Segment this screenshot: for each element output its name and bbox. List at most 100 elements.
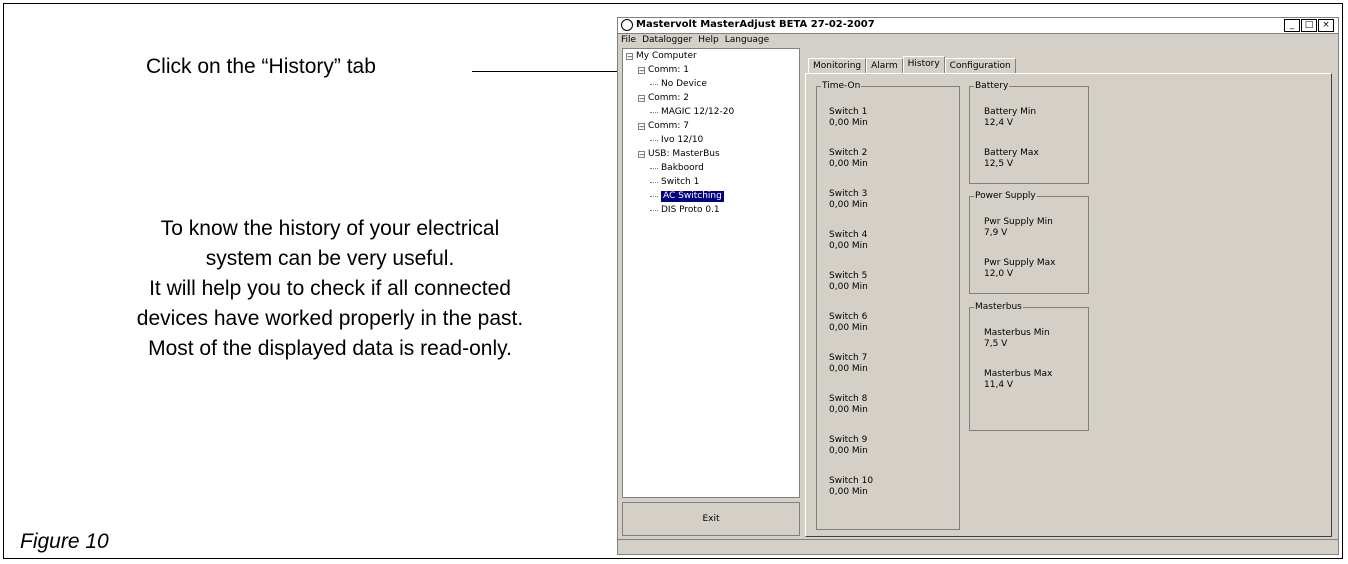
power-supply-group: Power Supply Pwr Supply Min 7,9 V Pwr Su… (969, 191, 1089, 294)
group-title: Power Supply (974, 191, 1037, 202)
instruction-text: Click on the “History” tab (146, 55, 376, 78)
battery-max-label: Battery Max (984, 148, 1039, 158)
switch-5-value: 0,00 Min (829, 282, 868, 292)
collapse-icon[interactable]: − (638, 151, 645, 159)
tree-item-label: Bakboord (661, 163, 704, 173)
tab-alarm[interactable]: Alarm (866, 58, 903, 73)
tree-item-comm-1[interactable]: − Comm: 1 (638, 65, 689, 76)
description-line: system can be very useful. (205, 247, 455, 270)
collapse-icon[interactable]: − (638, 123, 645, 131)
description-text: To know the history of your electrical s… (50, 214, 610, 364)
switch-6-value: 0,00 Min (829, 323, 868, 333)
battery-max-value: 12,5 V (984, 159, 1014, 169)
switch-10-value: 0,00 Min (829, 487, 868, 497)
pwr-supply-min-label: Pwr Supply Min (984, 217, 1053, 227)
tree-item-label: DIS Proto 0.1 (661, 205, 720, 215)
collapse-icon[interactable]: − (638, 95, 645, 103)
switch-2-label: Switch 2 (829, 148, 868, 158)
history-panel: Time-On Switch 1 0,00 Min Switch 2 0,00 … (805, 73, 1332, 537)
pwr-supply-max-label: Pwr Supply Max (984, 258, 1056, 268)
battery-min-label: Battery Min (984, 107, 1037, 117)
tree-item-comm-2[interactable]: − Comm: 2 (638, 93, 689, 104)
tree-item-no-device[interactable]: No Device (650, 79, 707, 90)
tree-connector (650, 168, 658, 169)
switch-2-value: 0,00 Min (829, 159, 868, 169)
tree-item-dis-proto[interactable]: DIS Proto 0.1 (650, 205, 720, 216)
switch-6-label: Switch 6 (829, 312, 868, 322)
masterbus-min-label: Masterbus Min (984, 328, 1050, 338)
tree-item-label: My Computer (636, 51, 697, 61)
tree-connector (650, 196, 658, 197)
switch-9-label: Switch 9 (829, 435, 868, 445)
switch-3-label: Switch 3 (829, 189, 868, 199)
tree-item-label: Switch 1 (661, 177, 700, 187)
tab-monitoring[interactable]: Monitoring (808, 58, 867, 73)
group-title: Battery (974, 81, 1010, 92)
switch-4-value: 0,00 Min (829, 241, 868, 251)
description-line: To know the history of your electrical (160, 217, 500, 240)
tree-item-bakboord[interactable]: Bakboord (650, 163, 704, 174)
switch-9-value: 0,00 Min (829, 446, 868, 456)
menu-language[interactable]: Language (725, 34, 769, 47)
tree-item-magic[interactable]: MAGIC 12/12-20 (650, 107, 734, 118)
close-button[interactable]: × (1318, 19, 1334, 32)
tree-item-label: No Device (661, 79, 707, 89)
window-controls: _ □ × (1284, 19, 1334, 32)
maximize-button[interactable]: □ (1301, 19, 1317, 32)
tree-item-comm-7[interactable]: − Comm: 7 (638, 121, 689, 132)
tree-item-my-computer[interactable]: − My Computer (626, 51, 697, 62)
tree-item-label: Comm: 7 (648, 121, 689, 131)
minimize-button[interactable]: _ (1284, 19, 1300, 32)
status-bar (618, 539, 1338, 555)
masterbus-max-value: 11,4 V (984, 380, 1014, 390)
tab-configuration[interactable]: Configuration (944, 58, 1016, 73)
tree-item-ac-switching[interactable]: AC Switching (650, 191, 724, 202)
collapse-icon[interactable]: − (638, 67, 645, 75)
window-title: Mastervolt MasterAdjust BETA 27-02-2007 (636, 19, 875, 30)
switch-8-label: Switch 8 (829, 394, 868, 404)
title-bar: Mastervolt MasterAdjust BETA 27-02-2007 … (618, 18, 1338, 34)
switch-10-label: Switch 10 (829, 476, 874, 486)
tree-connector (650, 182, 658, 183)
tree-item-label: Ivo 12/10 (661, 135, 704, 145)
menu-bar: File Datalogger Help Language (618, 34, 1341, 47)
group-title: Time-On (821, 81, 862, 92)
menu-file[interactable]: File (621, 34, 636, 47)
menu-datalogger[interactable]: Datalogger (642, 34, 692, 47)
device-tree: − My Computer − Comm: 1 No Device − Comm… (622, 48, 800, 498)
tree-item-ivo[interactable]: Ivo 12/10 (650, 135, 703, 146)
pwr-supply-min-value: 7,9 V (984, 228, 1008, 238)
tree-connector (650, 140, 658, 141)
tree-item-label: Comm: 1 (648, 65, 689, 75)
tab-history[interactable]: History (902, 56, 945, 73)
group-title: Masterbus (974, 302, 1023, 313)
switch-4-label: Switch 4 (829, 230, 868, 240)
switch-7-label: Switch 7 (829, 353, 868, 363)
masterbus-group: Masterbus Masterbus Min 7,5 V Masterbus … (969, 302, 1089, 431)
tree-item-label: MAGIC 12/12-20 (661, 107, 735, 117)
masterbus-max-label: Masterbus Max (984, 369, 1053, 379)
tab-bar: Monitoring Alarm History Configuration (808, 56, 1016, 73)
app-icon (621, 19, 633, 31)
figure-caption: Figure 10 (20, 530, 109, 553)
description-line: devices have worked properly in the past… (136, 307, 524, 330)
switch-7-value: 0,00 Min (829, 364, 868, 374)
description-line: It will help you to check if all connect… (149, 277, 511, 300)
switch-1-label: Switch 1 (829, 107, 868, 117)
switch-3-value: 0,00 Min (829, 200, 868, 210)
menu-help[interactable]: Help (698, 34, 719, 47)
tree-item-label: Comm: 2 (648, 93, 689, 103)
tree-item-label: USB: MasterBus (648, 149, 720, 159)
description-line: Most of the displayed data is read-only. (148, 337, 512, 360)
masterbus-min-value: 7,5 V (984, 339, 1008, 349)
tree-connector (650, 210, 658, 211)
tree-item-switch-1[interactable]: Switch 1 (650, 177, 699, 188)
tree-item-label: AC Switching (661, 191, 724, 202)
exit-button[interactable]: Exit (622, 502, 800, 536)
switch-1-value: 0,00 Min (829, 118, 868, 128)
collapse-icon[interactable]: − (626, 53, 633, 61)
battery-group: Battery Battery Min 12,4 V Battery Max 1… (969, 81, 1089, 184)
tree-item-usb-masterbus[interactable]: − USB: MasterBus (638, 149, 720, 160)
battery-min-value: 12,4 V (984, 118, 1014, 128)
app-window: Mastervolt MasterAdjust BETA 27-02-2007 … (617, 17, 1339, 555)
